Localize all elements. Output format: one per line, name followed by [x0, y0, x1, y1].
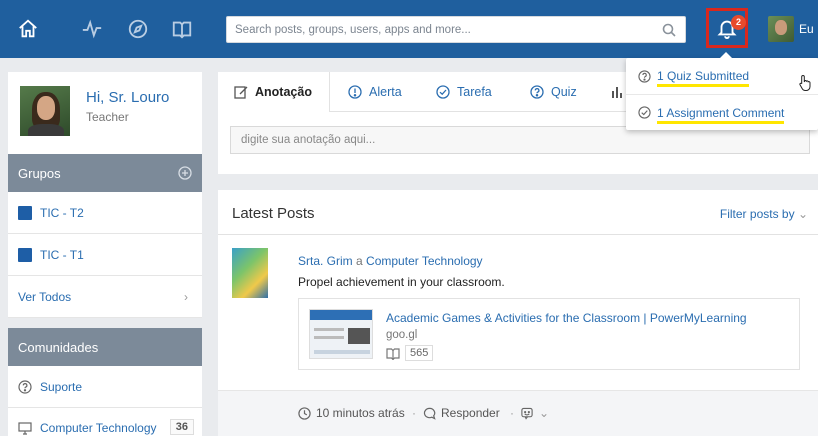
search-input[interactable]	[227, 17, 647, 42]
community-name: Computer Technology	[40, 421, 157, 435]
hand-cursor-icon	[799, 74, 811, 91]
check-circle-icon	[436, 85, 450, 99]
notification-item[interactable]: 1 Assignment Comment	[626, 94, 818, 130]
communities-header-label: Comunidades	[18, 339, 99, 355]
chevron-down-icon: ⌄	[797, 207, 808, 221]
tab-task[interactable]: Tarefa	[436, 72, 492, 112]
book-icon	[386, 347, 400, 360]
see-all-label: Ver Todos	[18, 289, 72, 304]
group-color-swatch	[18, 205, 32, 220]
tab-label: Alerta	[369, 85, 402, 99]
footer-separator: ·	[412, 406, 416, 420]
groups-header-label: Grupos	[18, 165, 61, 181]
link-preview-domain: goo.gl	[386, 329, 418, 341]
speech-bubble-icon	[423, 407, 436, 420]
profile-avatar[interactable]	[20, 86, 70, 136]
notification-count-badge: 2	[731, 15, 746, 30]
note-input[interactable]	[231, 127, 809, 153]
community-name: Suporte	[40, 379, 83, 394]
latest-posts-title: Latest Posts	[232, 205, 315, 222]
post-header: Srta. Grim a Computer Technology	[298, 254, 483, 268]
filter-label: Filter posts by	[719, 207, 795, 221]
monitor-icon	[18, 422, 32, 435]
notifications-dropdown: 1 Quiz Submitted 1 Assignment Comment	[626, 52, 818, 130]
group-name: TIC - T1	[40, 247, 84, 262]
tab-alert[interactable]: Alerta	[348, 72, 402, 112]
bar-chart-icon	[612, 87, 622, 98]
see-all-groups-link[interactable]: Ver Todos ›	[8, 276, 202, 318]
post-target-link[interactable]: Computer Technology	[366, 254, 483, 268]
divider	[218, 234, 818, 235]
reply-label: Responder	[441, 406, 500, 420]
edit-icon	[234, 86, 248, 99]
latest-posts-panel: Latest Posts Filter posts by ⌄ Srta. Gri…	[218, 190, 818, 436]
notification-label: 1 Assignment Comment	[657, 105, 785, 124]
community-count: 36	[169, 419, 194, 435]
user-avatar[interactable]	[768, 16, 794, 42]
profile-greeting[interactable]: Hi, Sr. Louro	[86, 89, 169, 106]
notifications-button[interactable]: 2	[706, 8, 748, 48]
group-color-swatch	[18, 247, 32, 262]
footer-separator: ·	[510, 406, 514, 420]
top-navigation-bar: 2 Eu	[0, 0, 818, 58]
post-footer: 10 minutos atrás · Responder · ⌄	[218, 390, 818, 436]
post-time-text: 10 minutos atrás	[316, 406, 405, 420]
profile-role: Teacher	[86, 110, 129, 124]
search-icon[interactable]	[661, 22, 677, 38]
link-view-count: 565	[405, 345, 434, 361]
reply-button[interactable]: Responder	[423, 406, 500, 420]
tab-note[interactable]: Anotação	[218, 72, 330, 112]
filter-posts-dropdown[interactable]: Filter posts by ⌄	[720, 207, 808, 221]
link-preview-image[interactable]	[309, 309, 373, 359]
question-circle-icon	[638, 69, 651, 83]
question-circle-icon	[18, 379, 32, 394]
community-item[interactable]: Computer Technology 36	[8, 408, 202, 436]
chevron-down-icon: ⌄	[539, 406, 550, 420]
user-menu-label[interactable]: Eu	[799, 22, 814, 36]
tab-label: Tarefa	[457, 85, 492, 99]
activity-icon[interactable]	[80, 17, 104, 41]
clock-icon	[298, 406, 311, 420]
check-circle-icon	[638, 106, 651, 119]
compass-icon[interactable]	[126, 17, 150, 41]
reaction-dropdown[interactable]: ⌄	[520, 406, 549, 420]
post-connector: a	[356, 254, 363, 268]
notification-label: 1 Quiz Submitted	[657, 69, 750, 87]
tab-quiz[interactable]: Quiz	[530, 72, 577, 112]
community-item[interactable]: Suporte	[8, 366, 202, 408]
notification-item[interactable]: 1 Quiz Submitted	[626, 58, 818, 94]
chevron-right-icon: ›	[184, 289, 188, 304]
book-icon[interactable]	[170, 17, 194, 41]
group-item[interactable]: TIC - T1	[8, 234, 202, 276]
group-item[interactable]: TIC - T2	[8, 192, 202, 234]
link-preview-title[interactable]: Academic Games & Activities for the Clas…	[386, 311, 747, 325]
emoji-bubble-icon	[521, 407, 533, 420]
home-icon[interactable]	[16, 17, 40, 41]
alert-icon	[348, 85, 362, 99]
group-name: TIC - T2	[40, 205, 84, 220]
tab-label: Anotação	[255, 85, 312, 99]
search-bar	[226, 16, 686, 43]
post-author-link[interactable]: Srta. Grim	[298, 254, 353, 268]
post-body: Propel achievement in your classroom.	[298, 275, 505, 289]
tab-label: Quiz	[551, 85, 577, 99]
link-stats: 565	[386, 345, 434, 361]
groups-header: Grupos	[8, 154, 202, 192]
post-timestamp: 10 minutos atrás	[298, 406, 405, 420]
note-input-wrapper	[230, 126, 810, 154]
post-author-avatar[interactable]	[232, 248, 268, 298]
question-circle-icon	[530, 85, 544, 99]
communities-header: Comunidades	[8, 328, 202, 366]
link-preview-card[interactable]: Academic Games & Activities for the Clas…	[298, 298, 800, 370]
add-group-icon[interactable]	[178, 166, 192, 180]
